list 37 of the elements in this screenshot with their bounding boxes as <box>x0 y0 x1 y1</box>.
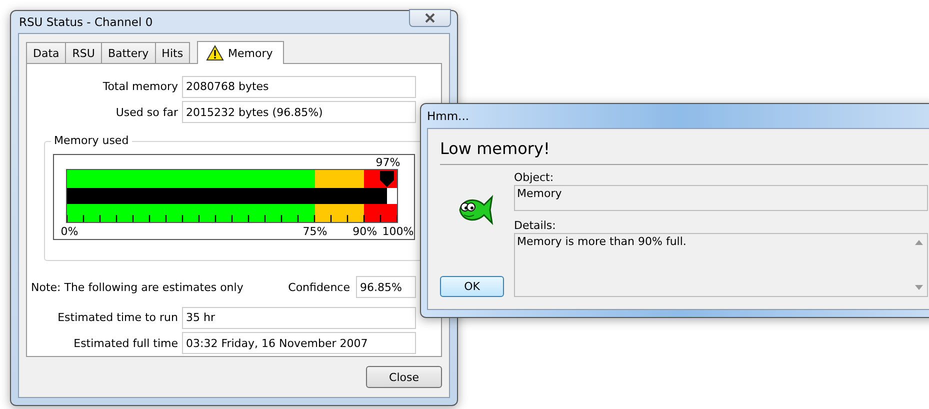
gauge-reading: 97% <box>376 156 400 170</box>
up-arrow-icon <box>915 240 923 245</box>
text-field[interactable]: 96.85% <box>356 276 416 298</box>
text-field[interactable]: 2080768 bytes <box>182 76 416 98</box>
close-button[interactable] <box>409 9 451 27</box>
window-title: Hmm... <box>427 109 470 123</box>
window-title: RSU Status - Channel 0 <box>19 15 153 29</box>
field-label: Object: <box>514 171 555 185</box>
close-button[interactable]: Close <box>366 366 442 388</box>
details-text: Memory is more than 90% full. <box>516 234 688 250</box>
close-icon <box>424 13 436 23</box>
tab[interactable]: RSU <box>65 42 102 63</box>
text-field[interactable]: 03:32 Friday, 16 November 2007 <box>182 332 416 354</box>
dialog-heading: Low memory! <box>440 129 928 165</box>
tab[interactable]: Hits <box>154 42 190 63</box>
field-label: Details: <box>514 219 557 233</box>
field-label: Total memory <box>102 80 178 94</box>
object-field[interactable]: Memory <box>514 185 928 211</box>
pointer-icon <box>379 170 396 188</box>
tab[interactable]: Data <box>26 42 66 63</box>
field-label: Estimated time to run <box>56 311 178 324</box>
note-text: Note: The following are estimates only <box>31 280 244 294</box>
scale-label: 90% <box>352 225 378 238</box>
scale-label: 0% <box>60 225 78 238</box>
field-label: Confidence <box>288 280 350 294</box>
text-field[interactable]: 35 hr <box>182 306 416 329</box>
tab[interactable]: Battery <box>100 42 156 63</box>
group-title: Memory used <box>51 134 132 148</box>
ok-button[interactable]: OK <box>440 276 504 297</box>
text-field[interactable]: 2015232 bytes (96.85%) <box>182 101 416 124</box>
scale-label: 75% <box>302 225 328 238</box>
field-label: Estimated full time <box>72 336 178 350</box>
scale-label: 100% <box>382 225 414 238</box>
down-arrow-icon <box>915 285 923 290</box>
tab[interactable]: Memory <box>197 41 284 64</box>
details-textarea[interactable]: Memory is more than 90% full. <box>514 233 928 297</box>
field-label: Used so far <box>114 106 178 119</box>
